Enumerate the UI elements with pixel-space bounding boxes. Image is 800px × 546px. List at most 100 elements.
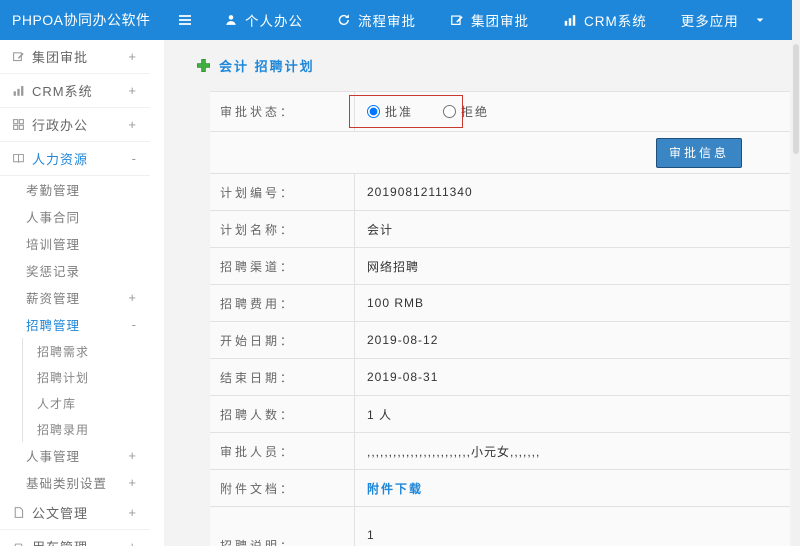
sidebar-item-admin-office[interactable]: 行政办公 + xyxy=(0,108,150,142)
row-plan-number: 计划编号： 20190812111340 xyxy=(210,174,790,211)
row-approve-action: 审批信息 xyxy=(210,132,790,174)
row-recruit-description: 招聘说明： 1 2 xyxy=(210,507,790,546)
radio-approve[interactable]: 批准 xyxy=(367,103,413,120)
sidebar-item-hr-contract[interactable]: 人事合同 xyxy=(0,203,150,230)
scrollbar-thumb[interactable] xyxy=(793,44,799,154)
row-approval-status: 审批状态： 批准 拒绝 xyxy=(210,92,790,132)
field-label: 审批状态： xyxy=(210,92,355,131)
sidebar-item-vehicle-mgmt[interactable]: 用车管理 + xyxy=(0,530,150,546)
collapse-icon[interactable]: - xyxy=(132,317,150,332)
field-label: 计划名称： xyxy=(210,211,355,247)
field-value: 20190812111340 xyxy=(367,185,473,199)
person-icon xyxy=(224,13,238,27)
nav-label: 集团审批 xyxy=(471,14,529,29)
sidebar-item-attendance[interactable]: 考勤管理 xyxy=(0,176,150,203)
row-attachment: 附件文档： 附件下载 xyxy=(210,470,790,507)
row-recruit-channel: 招聘渠道： 网络招聘 xyxy=(210,248,790,285)
field-label: 招聘渠道： xyxy=(210,248,355,284)
approve-info-button[interactable]: 审批信息 xyxy=(655,137,742,168)
app-window: PHPOA协同办公软件 个人办公 流程审批 集团审批 CRM系统 更多应用 集团… xyxy=(0,0,800,546)
expand-icon[interactable]: + xyxy=(128,505,150,520)
sidebar-item-hr[interactable]: 人力资源 - xyxy=(0,142,150,176)
expand-icon[interactable]: + xyxy=(128,83,150,98)
sidebar-item-recruit-mgmt[interactable]: 招聘管理 - xyxy=(0,311,150,338)
grid-icon xyxy=(12,118,32,131)
description-line: 1 xyxy=(367,527,375,542)
process-icon xyxy=(337,13,351,27)
sidebar-item-training[interactable]: 培训管理 xyxy=(0,230,150,257)
field-value: 附件下载 xyxy=(355,470,790,506)
collapse-icon[interactable]: - xyxy=(132,151,150,166)
main-content: 会计 招聘计划 审批状态： 批准 拒绝 审批信息 计划编号： 201908121… xyxy=(164,40,800,546)
field-value: 会计 xyxy=(367,222,394,237)
field-label: 开始日期： xyxy=(210,322,355,358)
sidebar-item-rewards-records[interactable]: 奖惩记录 xyxy=(0,257,150,284)
field-value: ,,,,,,,,,,,,,,,,,,,,,,,,小元女,,,,,,, xyxy=(367,444,541,459)
sidebar-item-personnel-mgmt[interactable]: 人事管理 + xyxy=(0,442,150,469)
expand-icon[interactable]: + xyxy=(128,539,150,546)
field-label: 结束日期： xyxy=(210,359,355,395)
nav-process-approval[interactable]: 流程审批 xyxy=(337,10,416,30)
row-end-date: 结束日期： 2019-08-31 xyxy=(210,359,790,396)
vertical-scrollbar[interactable] xyxy=(792,0,800,546)
bar-chart-icon xyxy=(563,13,577,27)
page-title-text: 会计 招聘计划 xyxy=(219,59,315,74)
field-value: 1 2 xyxy=(355,507,790,546)
nav-crm-system[interactable]: CRM系统 xyxy=(563,10,647,30)
sidebar-item-recruit-plan[interactable]: 招聘计划 xyxy=(22,364,150,390)
row-recruit-cost: 招聘费用： 100 RMB xyxy=(210,285,790,322)
app-brand: PHPOA协同办公软件 xyxy=(12,12,151,28)
expand-icon[interactable]: + xyxy=(128,448,150,463)
row-headcount: 招聘人数： 1 人 xyxy=(210,396,790,433)
row-plan-name: 计划名称： 会计 xyxy=(210,211,790,248)
sidebar-item-salary-mgmt[interactable]: 薪资管理 + xyxy=(0,284,150,311)
field-value: 网络招聘 xyxy=(367,259,420,274)
sidebar-item-talent-pool[interactable]: 人才库 xyxy=(22,390,150,416)
caret-down-icon xyxy=(754,14,766,26)
sidebar-item-crm[interactable]: CRM系统 + xyxy=(0,74,150,108)
sidebar: 集团审批 + CRM系统 + 行政办公 + 人力资源 - 考勤管理 人事合同 培… xyxy=(0,40,150,546)
field-label: 招聘费用： xyxy=(210,285,355,321)
nav-more-apps[interactable]: 更多应用 xyxy=(681,10,766,30)
expand-icon[interactable]: + xyxy=(128,475,150,490)
nav-label: 流程审批 xyxy=(358,14,416,29)
nav-personal-office[interactable]: 个人办公 xyxy=(224,10,303,30)
sidebar-item-recruit-demand[interactable]: 招聘需求 xyxy=(22,338,150,364)
attachment-download-link[interactable]: 附件下载 xyxy=(367,480,423,497)
radio-approve-input[interactable] xyxy=(367,105,380,118)
row-approvers: 审批人员： ,,,,,,,,,,,,,,,,,,,,,,,,小元女,,,,,,, xyxy=(210,433,790,470)
field-value: 100 RMB xyxy=(367,296,425,310)
nav-label: 个人办公 xyxy=(245,14,303,29)
file-icon xyxy=(12,506,32,519)
edit-icon xyxy=(450,13,464,27)
field-label: 审批人员： xyxy=(210,433,355,469)
sidebar-item-group-approval[interactable]: 集团审批 + xyxy=(0,40,150,74)
field-label: 附件文档： xyxy=(210,470,355,506)
nav-group-approval[interactable]: 集团审批 xyxy=(450,10,529,30)
car-icon xyxy=(12,540,32,546)
expand-icon[interactable]: + xyxy=(128,117,150,132)
approval-form: 审批状态： 批准 拒绝 审批信息 计划编号： 20190812111340 计划… xyxy=(210,91,790,546)
nav-label: CRM系统 xyxy=(584,14,647,29)
radio-reject[interactable]: 拒绝 xyxy=(443,103,489,120)
radio-reject-input[interactable] xyxy=(443,105,457,118)
field-label: 计划编号： xyxy=(210,174,355,210)
field-value: 2019-08-12 xyxy=(367,333,439,347)
topbar: PHPOA协同办公软件 个人办公 流程审批 集团审批 CRM系统 更多应用 xyxy=(0,0,800,40)
field-value: 2019-08-31 xyxy=(367,370,439,384)
expand-icon[interactable]: + xyxy=(128,290,150,305)
sidebar-item-base-category[interactable]: 基础类别设置 + xyxy=(0,469,150,496)
hamburger-icon[interactable] xyxy=(160,12,210,28)
page-title: 会计 招聘计划 xyxy=(196,56,800,75)
status-radio-group: 批准 拒绝 xyxy=(349,92,790,131)
field-label: 招聘人数： xyxy=(210,396,355,432)
field-label: 招聘说明： xyxy=(210,507,355,546)
edit-icon xyxy=(12,50,32,63)
row-start-date: 开始日期： 2019-08-12 xyxy=(210,322,790,359)
field-value: 1 人 xyxy=(367,407,393,422)
sidebar-item-recruit-hire[interactable]: 招聘录用 xyxy=(22,416,150,442)
sidebar-item-document-mgmt[interactable]: 公文管理 + xyxy=(0,496,150,530)
book-icon xyxy=(12,152,32,165)
bar-chart-icon xyxy=(12,84,32,97)
expand-icon[interactable]: + xyxy=(128,49,150,64)
